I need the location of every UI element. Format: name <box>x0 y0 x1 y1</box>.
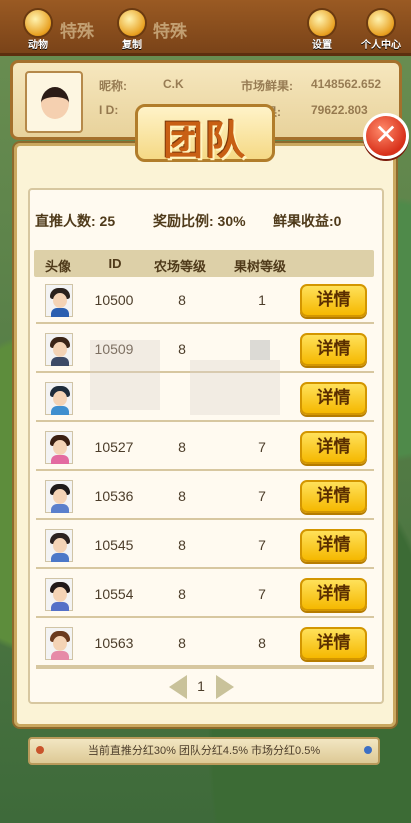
member-farm-level: 8 <box>178 488 186 504</box>
fruit-income: 鲜果收益:0 <box>273 213 342 229</box>
member-tree-level: 8 <box>258 635 266 651</box>
member-id: 10536 <box>94 488 134 504</box>
member-id: 10563 <box>94 635 134 651</box>
notice-dot-right <box>364 746 372 754</box>
detail-button[interactable]: 详情 <box>300 627 367 660</box>
member-farm-level: 8 <box>178 537 186 553</box>
privacy-blur <box>90 340 160 410</box>
animal-icon <box>23 8 53 38</box>
id-label: I D: <box>99 103 119 117</box>
member-tree-level: 1 <box>258 292 266 308</box>
member-avatar <box>45 480 73 513</box>
special-tag-1: 特殊 <box>60 22 94 41</box>
privacy-blur <box>190 360 280 415</box>
member-farm-level: 8 <box>178 635 186 651</box>
dividend-notice: 当前直推分红30% 团队分红4.5% 市场分红0.5% <box>28 737 380 765</box>
member-farm-level: 8 <box>178 586 186 602</box>
detail-button[interactable]: 详情 <box>300 480 367 513</box>
close-button[interactable]: ✕ <box>363 113 409 159</box>
top-bar: 动物 特殊 复制 特殊 设置 个人中心 <box>0 0 411 56</box>
profile-avatar <box>25 71 83 133</box>
member-row: 10554 8 7 详情 <box>36 571 374 618</box>
detail-button[interactable]: 详情 <box>300 382 367 415</box>
market-label: 市场鲜果: <box>241 79 293 93</box>
reward-ratio: 奖励比例: 30% <box>153 213 246 229</box>
member-avatar <box>45 431 73 464</box>
member-avatar <box>45 627 73 660</box>
member-farm-level: 8 <box>178 292 186 308</box>
prev-page-button[interactable] <box>169 675 187 699</box>
header-id: ID <box>108 256 122 271</box>
detail-button[interactable]: 详情 <box>300 333 367 366</box>
member-avatar <box>45 333 73 366</box>
member-row: 10527 8 7 详情 <box>36 424 374 471</box>
market-value: 4148562.652 <box>311 77 382 91</box>
member-id: 10554 <box>94 586 134 602</box>
member-row: 10536 8 7 详情 <box>36 473 374 520</box>
nickname-value: C.K <box>163 77 184 91</box>
member-row: 10545 8 7 详情 <box>36 522 374 569</box>
header-farm-level: 农场等级 <box>153 259 206 274</box>
member-tree-level: 7 <box>258 439 266 455</box>
member-avatar <box>45 529 73 562</box>
member-avatar <box>45 578 73 611</box>
settings-button[interactable]: 设置 <box>302 8 342 52</box>
member-farm-level: 8 <box>178 439 186 455</box>
pagination: 1 <box>36 667 374 703</box>
personal-center-button[interactable]: 个人中心 <box>356 8 406 52</box>
notice-dot-left <box>36 746 44 754</box>
member-tree-level: 7 <box>258 586 266 602</box>
detail-button[interactable]: 详情 <box>300 578 367 611</box>
member-id: 10500 <box>94 292 134 308</box>
detail-button[interactable]: 详情 <box>300 284 367 317</box>
detail-button[interactable]: 详情 <box>300 431 367 464</box>
detail-button[interactable]: 详情 <box>300 529 367 562</box>
page-number: 1 <box>197 678 205 694</box>
table-header: 头像 ID 农场等级 果树等级 <box>34 250 374 277</box>
next-page-button[interactable] <box>216 675 234 699</box>
user-center-icon <box>366 8 396 38</box>
fresh-value: 79622.803 <box>311 103 368 117</box>
member-avatar <box>45 382 73 415</box>
direct-count: 直推人数: 25 <box>35 213 116 229</box>
member-id: 10527 <box>94 439 134 455</box>
notice-text: 当前直推分红30% 团队分红4.5% 市场分红0.5% <box>87 745 321 757</box>
header-tree-level: 果树等级 <box>233 259 286 274</box>
member-row: 10563 8 8 详情 <box>36 620 374 667</box>
member-tree-level: 7 <box>258 537 266 553</box>
member-id: 10545 <box>94 537 134 553</box>
member-avatar <box>45 284 73 317</box>
modal-title: 团队 <box>163 118 247 164</box>
stats-row: 直推人数: 25 奖励比例: 30% 鲜果收益:0 <box>28 203 384 237</box>
special-tag-2: 特殊 <box>153 22 187 41</box>
copy-icon <box>117 8 147 38</box>
gear-icon <box>307 8 337 38</box>
member-row: 10500 8 1 详情 <box>36 277 374 324</box>
header-avatar: 头像 <box>44 259 71 274</box>
nickname-label: 昵称: <box>99 79 127 93</box>
member-tree-level: 7 <box>258 488 266 504</box>
privacy-blur <box>250 340 270 360</box>
